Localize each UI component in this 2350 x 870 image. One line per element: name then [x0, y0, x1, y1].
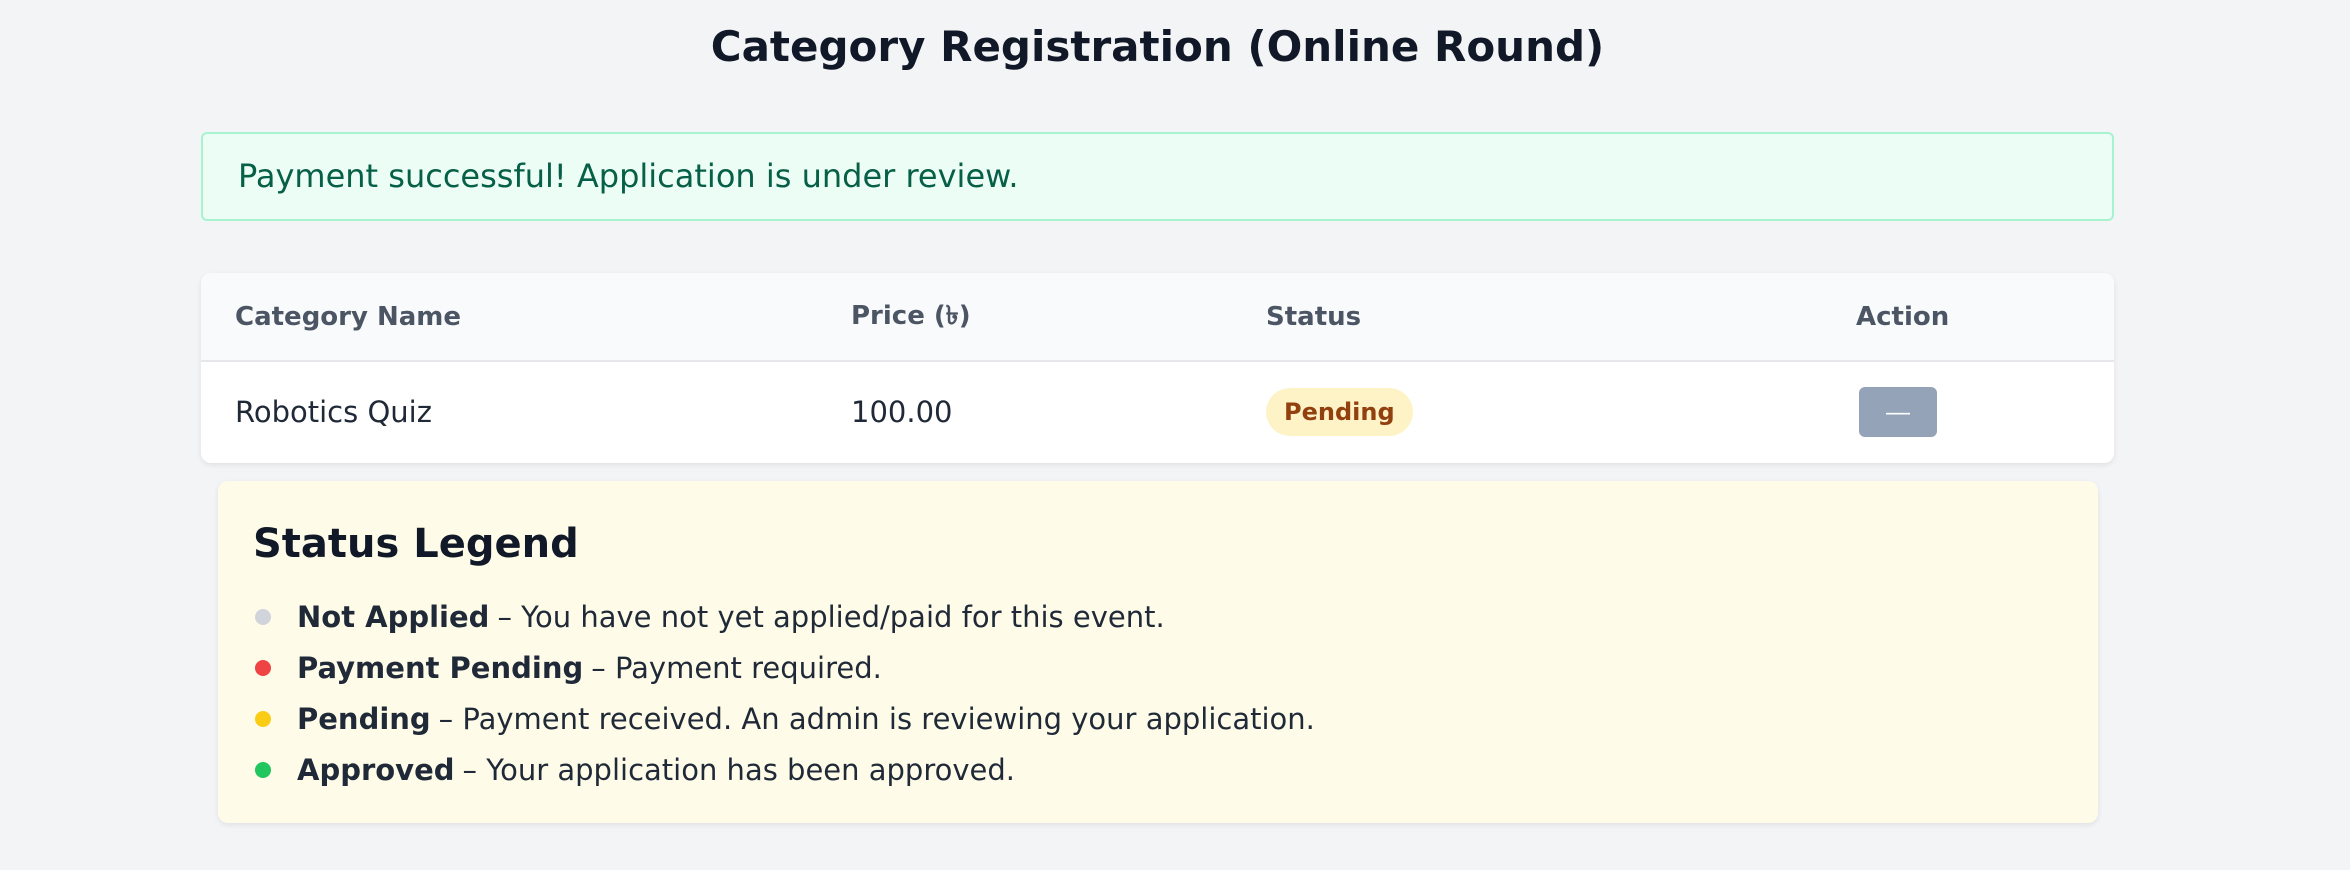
status-dot-icon — [255, 710, 271, 727]
action-button[interactable]: — — [1859, 386, 1937, 437]
legend-item-description: – Payment required. — [591, 650, 882, 685]
action-cell: — — [1856, 361, 2114, 461]
category-name-cell: Robotics Quiz — [235, 394, 432, 429]
legend-title: Status Legend — [253, 521, 579, 567]
status-dot-icon — [255, 761, 271, 778]
legend-item-description: – You have not yet applied/paid for this… — [497, 599, 1165, 634]
legend-item-description: – Payment received. An admin is reviewin… — [438, 701, 1315, 736]
header-category-name: Category Name — [235, 301, 462, 332]
header-status: Status — [1266, 301, 1362, 332]
legend-item-name: Pending — [297, 701, 431, 736]
category-table: Category Name Price (৳) Status Action Ro… — [201, 273, 2114, 461]
success-alert: Payment successful! Application is under… — [201, 132, 2114, 221]
page-title: Category Registration (Online Round) — [710, 22, 1605, 71]
status-dot-icon — [255, 608, 271, 625]
price-cell: 100.00 — [851, 394, 953, 429]
table-row: Robotics Quiz 100.00 Pending — — [201, 361, 2114, 461]
legend-item-name: Not Applied — [297, 599, 490, 634]
legend-item-pending: Pending – Payment received. An admin is … — [253, 693, 2098, 744]
table-header-row: Category Name Price (৳) Status Action — [201, 273, 2114, 361]
legend-item-name: Payment Pending — [297, 650, 584, 685]
status-cell: Pending — [1266, 361, 1856, 461]
status-legend: Status Legend Not Applied – You have not… — [218, 481, 2098, 823]
status-badge: Pending — [1266, 387, 1413, 436]
legend-item-description: – Your application has been approved. — [462, 752, 1015, 787]
header-action: Action — [1856, 301, 1950, 332]
legend-item-not-applied: Not Applied – You have not yet applied/p… — [253, 591, 2098, 642]
legend-item-name: Approved — [297, 752, 455, 787]
header-price: Price (৳) — [851, 300, 971, 331]
legend-item-approved: Approved – Your application has been app… — [253, 744, 2098, 795]
category-table-card: Category Name Price (৳) Status Action Ro… — [201, 273, 2114, 463]
legend-item-payment-pending: Payment Pending – Payment required. — [253, 642, 2098, 693]
status-dot-icon — [255, 659, 271, 676]
